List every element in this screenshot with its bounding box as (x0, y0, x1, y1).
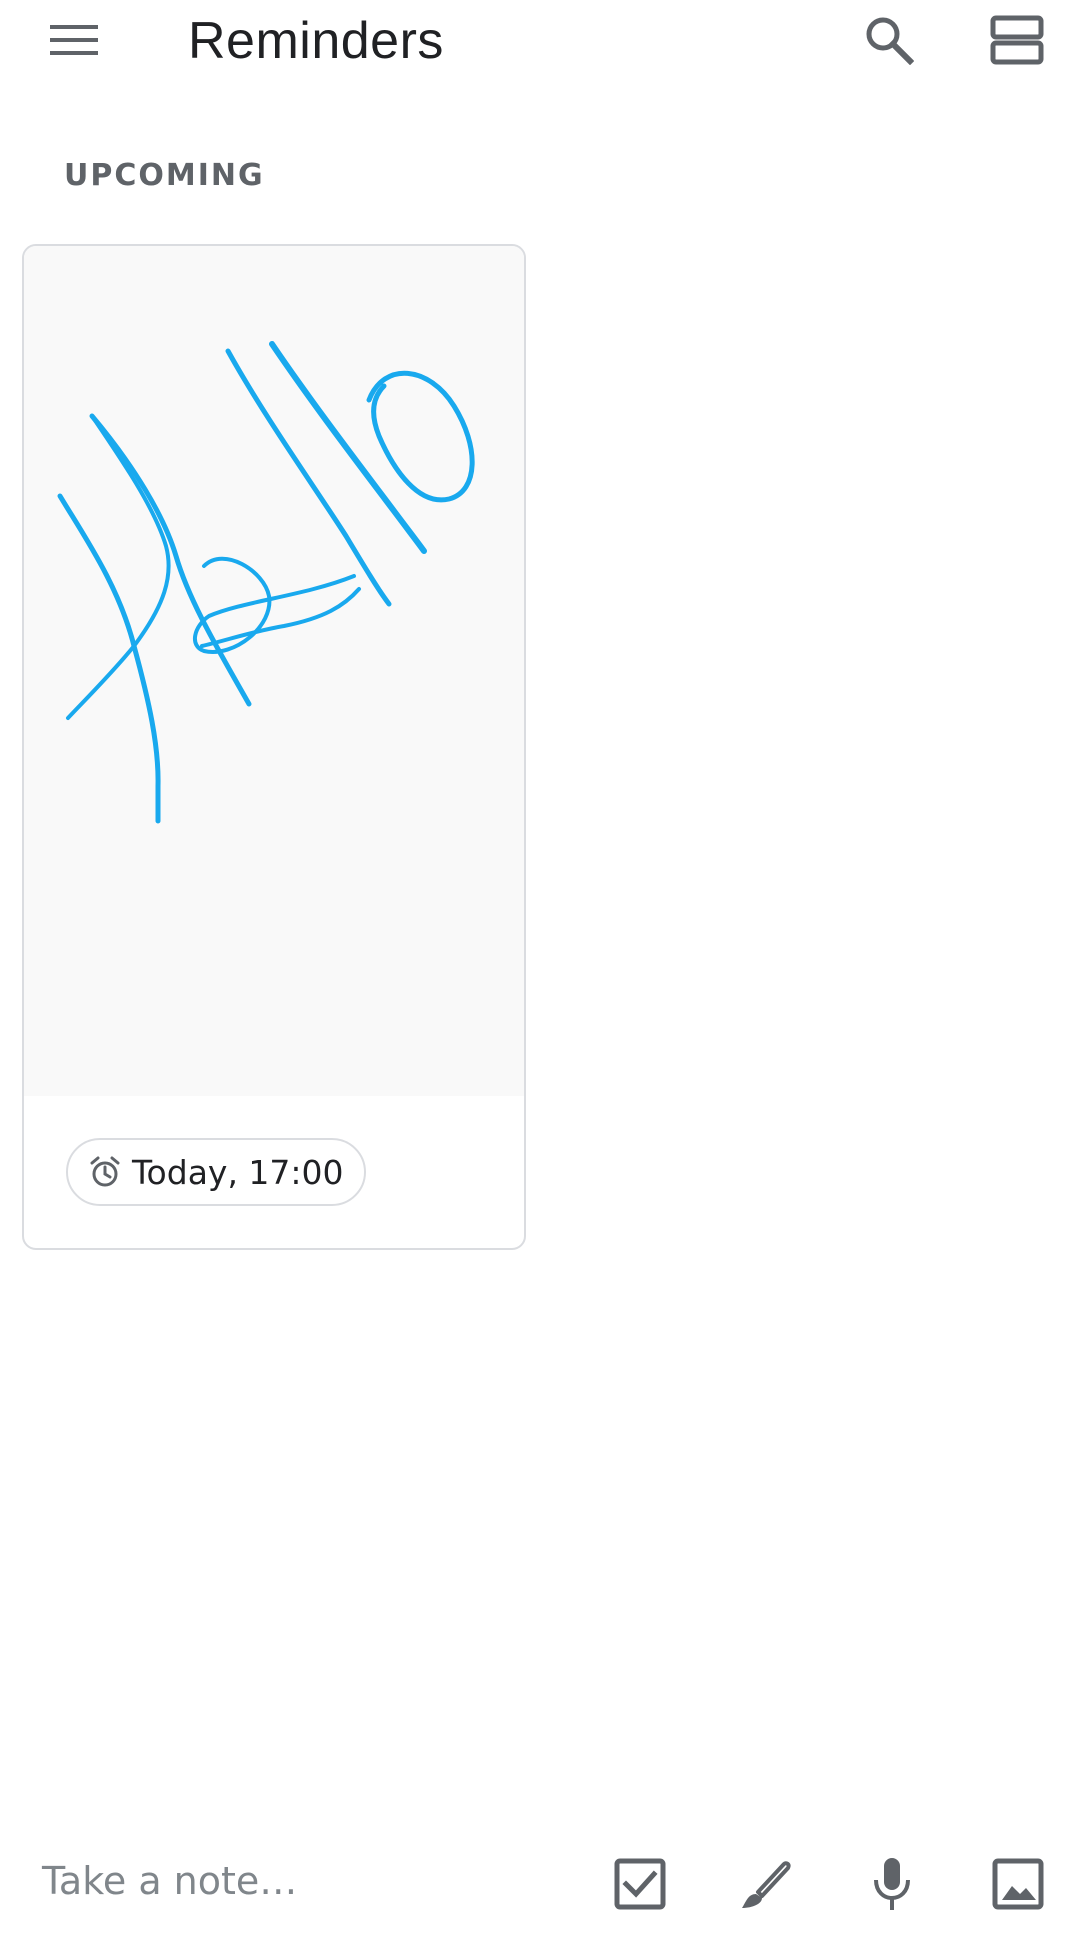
new-image-note-button[interactable] (980, 1846, 1056, 1922)
page-title: Reminders (188, 12, 444, 70)
main-menu-button[interactable] (38, 4, 110, 76)
handwriting-drawing (57, 341, 475, 824)
search-icon (866, 17, 914, 65)
new-audio-note-button[interactable] (854, 1846, 930, 1922)
hamburger-menu-icon (50, 25, 98, 55)
new-drawing-button[interactable] (728, 1846, 804, 1922)
microphone-icon (874, 1858, 910, 1910)
reminder-chip[interactable]: Today, 17:00 (66, 1138, 366, 1206)
view-list-icon (990, 15, 1044, 65)
new-list-button[interactable] (602, 1846, 678, 1922)
checkbox-icon (614, 1858, 666, 1910)
app-root: Reminders UPCOMING Today, 17:00 Take a n… (0, 0, 1080, 1936)
alarm-clock-icon (88, 1155, 122, 1189)
note-drawing (24, 246, 524, 1096)
layout-toggle-button[interactable] (981, 4, 1053, 76)
brush-icon (742, 1861, 791, 1908)
image-icon (992, 1858, 1044, 1910)
take-note-input[interactable]: Take a note… (42, 1846, 562, 1916)
note-card[interactable]: Today, 17:00 (22, 244, 526, 1250)
section-header-upcoming: UPCOMING (64, 158, 265, 193)
search-button[interactable] (853, 4, 925, 76)
bottom-bar: Take a note… (0, 1826, 1080, 1936)
reminder-time-label: Today, 17:00 (132, 1152, 344, 1192)
top-app-bar: Reminders (0, 0, 1080, 96)
